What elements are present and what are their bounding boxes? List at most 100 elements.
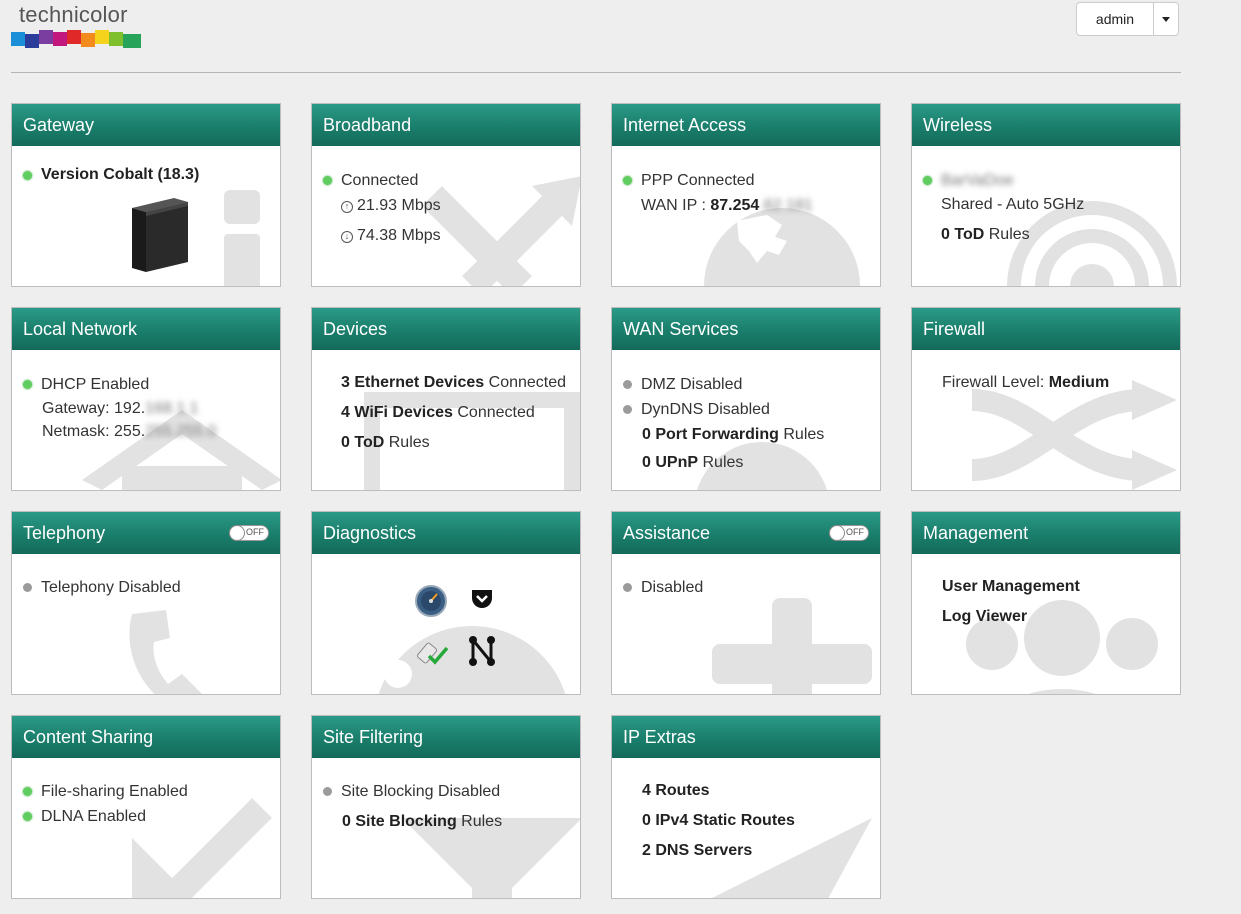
card-wireless[interactable]: Wireless BarVaDoe Shared - Auto 5GHz 0 T… — [911, 103, 1181, 287]
routes-count: 4 Routes — [642, 782, 710, 799]
toggle-knob — [229, 525, 245, 541]
router-image — [132, 198, 188, 272]
connected-label: Connected — [457, 404, 535, 421]
plus-icon — [712, 598, 872, 694]
status-indicator — [623, 176, 632, 185]
card-internet-access[interactable]: Internet Access PPP Connected WAN IP : 8… — [611, 103, 881, 287]
upnp-count: 0 — [642, 454, 651, 471]
lan-gateway-label: Gateway: 192. — [42, 400, 146, 417]
card-assistance[interactable]: Assistance OFF Disabled — [611, 511, 881, 695]
status-indicator — [323, 176, 332, 185]
status-indicator — [623, 583, 632, 592]
wireless-ssid: BarVaDoe — [941, 172, 1014, 189]
connected-label: Connected — [488, 374, 567, 391]
rules-label: Rules — [388, 434, 430, 451]
broadband-arrows-icon — [422, 176, 580, 286]
brand-color-bar — [11, 30, 141, 48]
dmz-status: DMZ Disabled — [641, 376, 743, 393]
brand-logo: technicolor — [11, 0, 151, 56]
status-indicator — [623, 380, 632, 389]
toggle-label: OFF — [846, 527, 864, 537]
card-header: Management — [912, 512, 1180, 554]
pocket-icon[interactable] — [471, 588, 493, 610]
user-management-link[interactable]: User Management — [942, 578, 1080, 595]
log-viewer-link[interactable]: Log Viewer — [942, 608, 1027, 625]
phone-icon — [129, 610, 202, 694]
status-indicator — [23, 812, 32, 821]
port-forwarding-count: 0 — [642, 426, 651, 443]
card-header: WAN Services — [612, 308, 880, 350]
card-content-sharing[interactable]: Content Sharing File-sharing Enabled DLN… — [11, 715, 281, 899]
card-title: Assistance — [623, 522, 711, 543]
info-icon — [224, 190, 260, 286]
dyndns-status: DynDNS Disabled — [641, 401, 770, 418]
telephony-status: Telephony Disabled — [41, 579, 181, 596]
broadband-status: Connected — [341, 172, 419, 189]
card-title: Management — [923, 522, 1029, 543]
card-header: Content Sharing — [12, 716, 280, 758]
telephony-toggle[interactable]: OFF — [229, 525, 269, 541]
diagnostics-bg-circle — [384, 660, 412, 688]
card-local-network[interactable]: Local Network DHCP Enabled Gateway: 192.… — [11, 307, 281, 491]
card-title: WAN Services — [623, 318, 739, 339]
toggle-label: OFF — [246, 527, 264, 537]
dhcp-status: DHCP Enabled — [41, 376, 150, 393]
card-header: Firewall — [912, 308, 1180, 350]
card-header: Assistance OFF — [612, 512, 880, 554]
file-sharing-status: File-sharing Enabled — [41, 783, 188, 800]
card-management[interactable]: Management User Management Log Viewer — [911, 511, 1181, 695]
firewall-level-value: Medium — [1048, 374, 1110, 391]
card-firewall[interactable]: Firewall Firewall Level: Medium — [911, 307, 1181, 491]
netmask-blurred: 255.255.0 — [145, 423, 217, 440]
netmask-label: Netmask: 255. — [42, 423, 146, 440]
rules-label: Rules — [783, 426, 825, 443]
upload-arrow-icon: ↑ — [341, 201, 353, 213]
firewall-level-label: Firewall Level: — [942, 374, 1045, 391]
card-gateway[interactable]: Gateway Version Cobalt (18.3) — [11, 103, 281, 287]
card-diagnostics[interactable]: Diagnostics — [311, 511, 581, 695]
lan-gateway-blurred: 168.1.1 — [145, 400, 199, 417]
download-speed: 74.38 Mbps — [357, 227, 441, 244]
rules-label: Rules — [988, 226, 1030, 243]
card-telephony[interactable]: Telephony OFF Telephony Disabled — [11, 511, 281, 695]
ethernet-count: 3 — [341, 374, 350, 391]
card-header: Devices — [312, 308, 580, 350]
card-title: Devices — [323, 318, 388, 339]
card-devices[interactable]: Devices 3 Ethernet Devices Connected 4 W… — [311, 307, 581, 491]
status-indicator — [623, 405, 632, 414]
card-wan-services[interactable]: WAN Services DMZ Disabled DynDNS Disable… — [611, 307, 881, 491]
upload-speed: 21.93 Mbps — [357, 197, 441, 214]
user-menu-name[interactable]: admin — [1077, 3, 1154, 35]
user-menu-toggle[interactable] — [1154, 3, 1178, 35]
user-menu[interactable]: admin — [1076, 2, 1179, 36]
wifi-label: WiFi Devices — [354, 404, 453, 421]
network-cable-check-icon[interactable] — [415, 638, 449, 668]
card-title: Broadband — [323, 114, 412, 135]
card-header: Broadband — [312, 104, 580, 146]
rules-label: Rules — [461, 813, 503, 830]
card-header: Site Filtering — [312, 716, 580, 758]
ethernet-label: Ethernet Devices — [354, 374, 485, 391]
card-title: Site Filtering — [323, 726, 424, 747]
chevron-down-icon — [1162, 16, 1170, 22]
status-indicator — [23, 380, 32, 389]
card-header: Internet Access — [612, 104, 880, 146]
tod-count: 0 — [941, 226, 950, 243]
card-title: Wireless — [923, 114, 993, 135]
static-routes-count: 0 IPv4 Static Routes — [642, 812, 795, 829]
wan-ip-value: 87.254 — [710, 197, 760, 214]
card-header: Local Network — [12, 308, 280, 350]
card-title: Telephony — [23, 522, 106, 543]
wan-ip-blurred: .62.181 — [759, 197, 813, 214]
wan-ip-label: WAN IP : — [641, 197, 706, 214]
speedometer-icon[interactable] — [415, 585, 447, 617]
card-title: Gateway — [23, 114, 95, 135]
card-broadband[interactable]: Broadband Connected ↑ 21.93 Mbps ↓ 74.38 M… — [311, 103, 581, 287]
card-title: Local Network — [23, 318, 138, 339]
gateway-version: Version Cobalt (18.3) — [41, 166, 200, 183]
wifi-count: 4 — [341, 404, 350, 421]
network-topology-icon[interactable] — [467, 635, 497, 667]
card-ip-extras[interactable]: IP Extras 4 Routes 0 IPv4 Static Routes … — [611, 715, 881, 899]
assistance-toggle[interactable]: OFF — [829, 525, 869, 541]
card-site-filtering[interactable]: Site Filtering Site Blocking Disabled 0 … — [311, 715, 581, 899]
